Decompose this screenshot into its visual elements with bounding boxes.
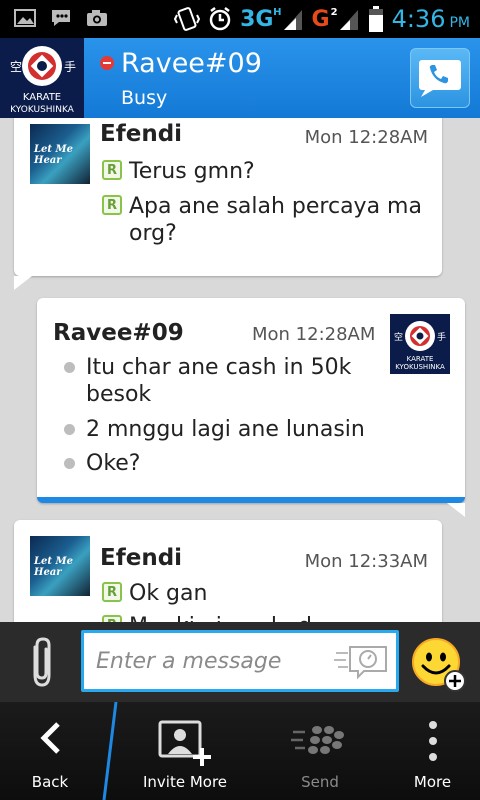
vibrate-icon [174, 7, 201, 31]
send-label: Send [301, 773, 339, 791]
message-input-box[interactable] [81, 630, 399, 692]
bbm-send-icon [291, 726, 344, 754]
phone-icon [419, 60, 461, 97]
message-time: Mon 12:28AM [304, 127, 428, 148]
message-text: Ok gan [129, 581, 208, 606]
message-input[interactable] [96, 645, 326, 677]
avatar-caption-line2: KYOKUSHINKA [395, 363, 445, 371]
signal-icon [339, 10, 358, 30]
svg-text:手: 手 [64, 60, 76, 74]
more-button[interactable]: More [385, 702, 480, 800]
divider [102, 702, 118, 800]
svg-text:空: 空 [10, 60, 22, 74]
bullet-dot [64, 424, 75, 435]
smiley-add-icon [412, 638, 466, 692]
camera-icon [87, 10, 107, 26]
message-bubble-incoming[interactable]: Let Me Hear Efendi Mon 12:28AM R Terus g… [14, 118, 442, 290]
status-bar: 3G H G2 4:36 PM [0, 0, 480, 38]
back-button[interactable]: Back [0, 702, 100, 800]
sender-avatar[interactable]: Let Me Hear [30, 124, 90, 184]
contact-status: Busy [121, 87, 168, 109]
message-text-continued: org? [129, 221, 177, 246]
contact-name[interactable]: Ravee#09 [121, 48, 262, 79]
avatar-caption-line1: KARATE [22, 92, 62, 103]
message-text: Itu char ane cash in 50k [86, 355, 352, 380]
message-list[interactable]: Let Me Hear Efendi Mon 12:28AM R Terus g… [0, 118, 480, 622]
svg-text:空: 空 [394, 331, 403, 343]
sender-name: Efendi [100, 545, 183, 571]
status-clock: 4:36 PM [391, 5, 470, 33]
message-time: Mon 12:33AM [304, 551, 428, 572]
composer-bar [0, 622, 480, 702]
network-3g-indicator: 3G H [240, 6, 282, 32]
invite-more-label: Invite More [142, 773, 228, 791]
message-text: Oke? [86, 451, 141, 476]
bullet-dot [64, 362, 75, 373]
gallery-icon [14, 9, 36, 27]
add-contact-icon [158, 720, 211, 766]
bullet-dot [64, 458, 75, 469]
sender-avatar[interactable]: Let Me Hear [30, 536, 90, 596]
voice-call-button[interactable] [410, 48, 470, 108]
battery-icon [368, 6, 383, 32]
overflow-menu-icon [428, 721, 437, 761]
invite-more-button[interactable]: Invite More [120, 702, 250, 800]
sender-name: Efendi [100, 121, 183, 147]
message-text: M... ki...i... ...l...d... .... [129, 613, 368, 622]
message-text: 2 mnggu lagi ane lunasin [86, 417, 365, 442]
signal-icon [283, 10, 302, 30]
send-button[interactable]: Send [270, 702, 370, 800]
bottom-action-bar: Back Invite More Send More [0, 702, 480, 800]
avatar-caption-line2: KYOKUSHINKA [10, 105, 74, 115]
paperclip-icon [33, 637, 51, 687]
emoticon-button[interactable] [410, 636, 468, 694]
read-receipt-icon: R [102, 615, 122, 622]
read-receipt-icon: R [102, 160, 122, 180]
busy-status-icon [100, 56, 114, 70]
read-receipt-icon: R [102, 195, 122, 215]
more-label: More [413, 773, 452, 791]
avatar-caption-line1: KARATE [406, 355, 434, 363]
contact-avatar[interactable]: 空 手 KARATE KYOKUSHINKA [0, 38, 84, 118]
read-receipt-icon: R [102, 582, 122, 602]
sender-avatar[interactable]: 空 手 KARATE KYOKUSHINKA [390, 314, 450, 374]
message-bubble-outgoing[interactable]: Ravee#09 Mon 12:28AM 空 手 KARATE KYOKUSHI… [37, 298, 465, 517]
svg-text:手: 手 [437, 331, 446, 343]
chat-header: 空 手 KARATE KYOKUSHINKA Ravee#09 Busy [0, 38, 480, 118]
sender-name: Ravee#09 [53, 320, 184, 346]
message-text: Apa ane salah percaya ma [129, 194, 422, 219]
network-g-indicator: G2 [311, 6, 338, 32]
back-arrow-icon [40, 722, 60, 754]
message-text: Terus gmn? [129, 159, 255, 184]
ping-icon [334, 646, 387, 680]
message-text-continued: besok [86, 382, 152, 407]
message-time: Mon 12:28AM [252, 324, 376, 345]
message-bubble-incoming[interactable]: Let Me Hear Efendi Mon 12:33AM R Ok gan … [14, 520, 442, 622]
alarm-icon [209, 7, 231, 31]
bbm-notification-icon [52, 10, 70, 26]
ping-button[interactable] [334, 643, 390, 681]
attach-button[interactable] [22, 636, 62, 688]
back-label: Back [31, 773, 69, 791]
